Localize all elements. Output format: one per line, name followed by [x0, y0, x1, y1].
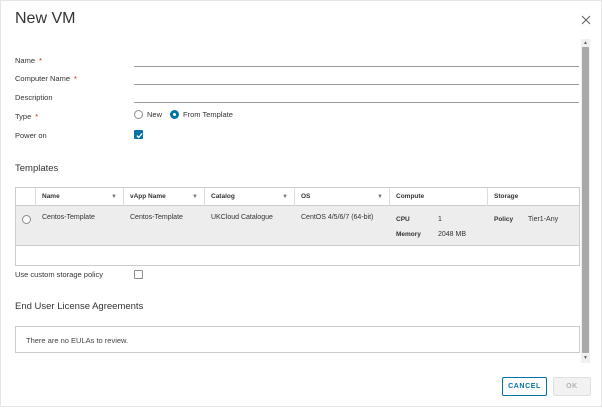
eula-empty-text: There are no EULAs to review. [26, 336, 129, 345]
power-on-checkbox[interactable] [134, 130, 143, 139]
policy-value: Tier1-Any [528, 216, 559, 223]
name-label: Name * [15, 56, 42, 65]
radio-new-label: New [147, 110, 163, 119]
cell-vapp-name: Centos-Template [130, 214, 183, 221]
required-mark: * [74, 74, 77, 83]
scroll-up-icon[interactable]: ▲ [583, 40, 588, 46]
required-mark: * [35, 112, 39, 121]
cell-compute: CPU 1 Memory 2048 MB [390, 206, 488, 246]
column-header-compute: Compute [390, 188, 488, 206]
templates-title: Templates [15, 163, 59, 174]
column-header-os[interactable]: OS ▼ [295, 188, 390, 206]
radio-from-template-label: From Template [183, 110, 233, 119]
dialog-footer: CANCEL OK [1, 363, 602, 408]
power-on-label: Power on [15, 131, 47, 140]
memory-label: Memory [396, 231, 421, 238]
radio-new-circle[interactable] [134, 110, 143, 119]
type-row: Type * New From Template [15, 110, 575, 128]
cancel-button[interactable]: CANCEL [502, 377, 547, 396]
select-column-header [16, 188, 36, 206]
cell-name: Centos-Template [42, 214, 95, 221]
check-icon [136, 132, 143, 139]
filter-icon[interactable]: ▼ [192, 188, 198, 206]
column-header-catalog[interactable]: Catalog ▼ [205, 188, 295, 206]
dialog-title: New VM [15, 10, 76, 27]
eula-title: End User License Agreements [15, 301, 144, 312]
type-radio-from-template[interactable]: From Template [170, 110, 233, 119]
table-row[interactable]: Centos-Template Centos-Template UKCloud … [16, 206, 579, 246]
cpu-label: CPU [396, 216, 410, 223]
filter-icon[interactable]: ▼ [282, 188, 288, 206]
required-mark: * [39, 56, 42, 65]
column-header-vapp-name[interactable]: vApp Name ▼ [124, 188, 205, 206]
eula-box: There are no EULAs to review. [15, 326, 580, 353]
grid-header: Name ▼ vApp Name ▼ Catalog ▼ OS ▼ Compute St… [16, 188, 579, 206]
scrollbar-thumb[interactable] [582, 47, 589, 353]
cpu-value: 1 [438, 216, 442, 223]
type-radio-new[interactable]: New [134, 110, 162, 119]
column-header-storage: Storage [494, 193, 519, 200]
custom-storage-checkbox[interactable] [134, 270, 143, 279]
policy-label: Policy [494, 216, 514, 223]
dialog-content: Name * Computer Name * Description Type * N… [1, 39, 581, 361]
type-label: Type * [15, 112, 39, 121]
close-icon[interactable] [578, 12, 594, 28]
ok-button[interactable]: OK [553, 377, 591, 396]
cell-os: CentOS 4/5/6/7 (64-bit) [301, 214, 374, 221]
description-input[interactable] [134, 89, 579, 103]
column-header-name[interactable]: Name ▼ [36, 188, 124, 206]
type-radio-group: New From Template [134, 110, 241, 119]
filter-icon[interactable]: ▼ [377, 188, 383, 206]
radio-from-template-circle[interactable] [170, 110, 180, 119]
custom-storage-label: Use custom storage policy [15, 270, 103, 279]
computer-name-label: Computer Name * [15, 74, 77, 83]
memory-value: 2048 MB [438, 231, 467, 238]
cell-catalog: UKCloud Catalogue [211, 214, 273, 221]
row-select-radio[interactable] [22, 215, 31, 224]
cell-storage: Policy Tier1-Any [488, 206, 581, 246]
scrollbar[interactable]: ▲ ▼ [581, 39, 590, 363]
filter-icon[interactable]: ▼ [111, 188, 117, 206]
templates-grid: Name ▼ vApp Name ▼ Catalog ▼ OS ▼ Compute St… [15, 187, 580, 266]
scroll-down-icon[interactable]: ▼ [583, 355, 588, 361]
new-vm-dialog: New VM Name * Computer Name * Description … [0, 0, 602, 407]
computer-name-input[interactable] [134, 71, 579, 85]
description-label: Description [15, 93, 53, 102]
name-input[interactable] [134, 53, 579, 67]
